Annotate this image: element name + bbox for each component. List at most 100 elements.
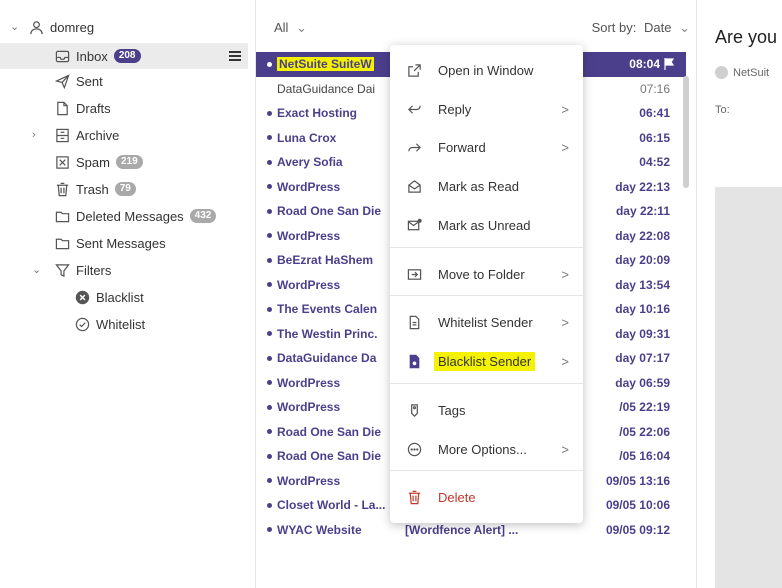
folder-sent[interactable]: Sent [54,68,103,94]
message-sender: WordPress [277,400,341,415]
filter-value: All [274,20,289,35]
message-sender: WordPress [277,228,341,243]
unread-dot-icon [267,453,272,459]
menu-item-label: Delete [438,489,476,505]
highlight-mark: NetSuite SuiteW [277,57,374,72]
sort-label: Sort by: [591,20,637,35]
message-sender: Road One San Die [277,449,382,464]
message-body-placeholder [715,187,782,588]
spam-icon [54,154,70,170]
sort-dropdown[interactable]: Sort by: Date ⌄ [592,20,690,36]
count-badge: 219 [115,155,143,169]
unread-dot-icon [267,208,272,214]
menu-divider [390,295,583,296]
flag-icon[interactable] [664,58,674,70]
envelope-open-icon [406,178,422,194]
unread-dot-icon [267,429,272,435]
folder-label: Sent [76,73,103,89]
menu-item-open-in-window[interactable]: Open in Window [390,51,583,89]
message-sender: Avery Sofia [277,155,343,170]
folder-spam[interactable]: Spam 219 [54,149,143,175]
menu-item-tags[interactable]: Tags [390,391,583,429]
message-time: 09/05 09:12 [605,522,670,537]
trash-icon [406,489,422,505]
menu-item-mark-as-read[interactable]: Mark as Read [390,167,583,205]
folder-label: Trash [76,181,109,197]
folder-icon [54,208,70,224]
list-header: All ⌄ Sort by: Date ⌄ [256,0,696,48]
folder-sent-messages[interactable]: Sent Messages [54,230,166,256]
unread-dot-icon [267,257,272,263]
message-sender: BeEzrat HaShem [277,253,374,268]
unread-dot-icon [267,404,272,410]
chevron-down-icon[interactable]: ⌄ [32,265,42,276]
filter-dropdown[interactable]: All ⌄ [274,20,307,36]
message-sender: The Events Calen [277,302,378,317]
unread-dot-icon [267,502,272,508]
message-time: day 13:54 [615,277,670,292]
folder-label: Spam [76,154,110,170]
menu-item-whitelist-sender[interactable]: Whitelist Sender > [390,303,583,341]
folder-options-icon[interactable] [229,51,241,61]
unread-dot-icon [267,306,272,312]
message-time: day 22:11 [615,204,670,219]
menu-item-reply[interactable]: Reply > [390,90,583,128]
chevron-right-icon: > [561,266,569,282]
filter-whitelist[interactable]: Whitelist [74,311,145,337]
whitelist-doc-icon [406,314,422,330]
message-subject: [Wordfence Alert] ... [405,522,519,537]
folder-trash[interactable]: Trash 79 [54,176,136,202]
menu-item-more-options[interactable]: More Options... > [390,430,583,468]
menu-item-blacklist-sender[interactable]: Blacklist Sender > [390,342,583,380]
menu-item-label: Move to Folder [438,266,525,282]
message-time: /05 22:19 [619,400,670,415]
menu-item-move-to-folder[interactable]: Move to Folder > [390,255,583,293]
unread-dot-icon [267,110,272,116]
unread-dot-icon [267,184,272,190]
chevron-down-icon[interactable]: ⌄ [10,22,20,33]
message-time: day 20:09 [615,253,670,268]
archive-icon [54,127,70,143]
chevron-right-icon: > [561,441,569,457]
open-window-icon [406,62,422,78]
message-sender: The Westin Princ. [277,326,378,341]
draft-file-icon [54,100,70,116]
count-badge: 432 [189,209,217,223]
menu-item-label: Reply [438,101,472,117]
unread-dot-icon [267,135,272,141]
forward-icon [406,139,422,155]
menu-divider [390,470,583,471]
message-time: /05 22:06 [619,424,670,439]
chevron-right-icon: > [561,139,569,155]
list-scrollbar[interactable] [683,76,689,188]
folder-deleted-messages[interactable]: Deleted Messages 432 [54,203,217,229]
folder-inbox[interactable]: Inbox 208 [0,43,248,69]
chevron-right-icon: > [561,101,569,117]
sender-name: NetSuit [733,66,770,79]
context-menu: Open in Window Reply > Forward > Mark as Read… [390,45,583,523]
message-sender: WYAC Website [277,522,362,537]
chevron-down-icon: ⌄ [296,20,307,35]
filter-blacklist[interactable]: Blacklist [74,284,144,310]
menu-item-forward[interactable]: Forward > [390,128,583,166]
send-icon [54,73,70,89]
unread-dot-icon [267,527,272,533]
message-time: day 06:59 [615,375,670,390]
message-time: 09/05 13:16 [605,473,670,488]
folder-drafts[interactable]: Drafts [54,95,111,121]
message-title: Are you [715,27,778,47]
user-icon [28,19,44,35]
menu-item-mark-as-unread[interactable]: Mark as Unread [390,206,583,244]
message-sender: Closet World - La... [277,498,386,513]
message-sender: WordPress [277,277,341,292]
chevron-right-icon[interactable]: › [32,130,42,141]
folder-label: Filters [76,262,112,278]
unread-dot-icon [267,355,272,361]
folder-filters[interactable]: ⌄ Filters [32,257,111,283]
more-options-icon [406,441,422,457]
account-node[interactable]: ⌄ domreg [10,14,94,40]
menu-item-delete[interactable]: Delete [390,478,583,516]
folder-archive[interactable]: › Archive [32,122,119,148]
message-sender: WordPress [277,375,341,390]
folder-sidebar: ⌄ domreg Inbox 208 Sent Drafts › Archive [0,0,256,588]
